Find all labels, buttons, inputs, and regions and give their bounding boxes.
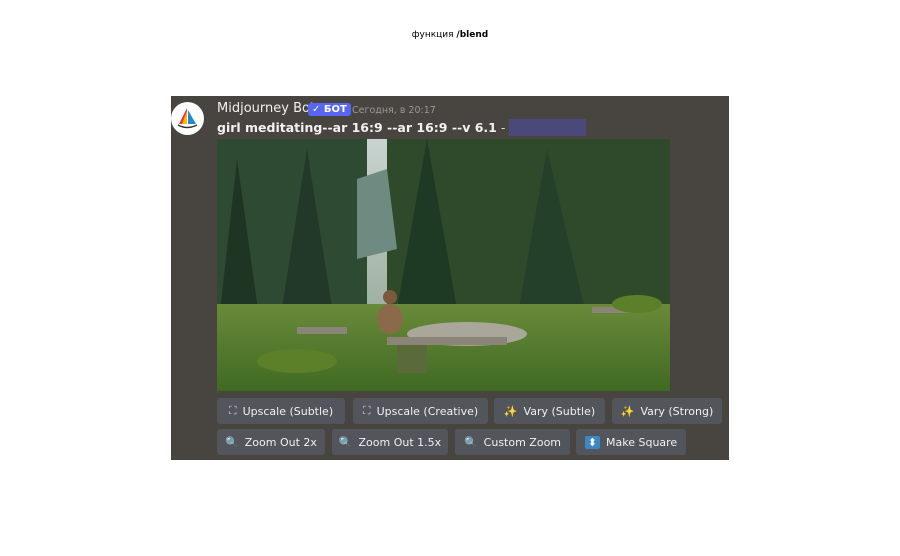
- caption-command: /blend: [456, 30, 489, 40]
- caption: функция /blend: [0, 30, 900, 40]
- generated-image[interactable]: [217, 139, 670, 391]
- button-label: Zoom Out 2x: [244, 435, 317, 449]
- magic-wand-icon: ✨: [620, 404, 635, 418]
- timestamp: Сегодня, в 20:17: [352, 105, 436, 116]
- upscale-icon: ⛶: [362, 404, 371, 417]
- button-label: Vary (Strong): [640, 404, 714, 418]
- bot-badge: ✓ БОТ: [308, 103, 351, 116]
- sailboat-logo-icon: [177, 108, 198, 129]
- button-label: Make Square: [606, 435, 678, 449]
- avatar[interactable]: [171, 102, 204, 135]
- magic-wand-icon: ✨: [503, 404, 518, 418]
- vary-strong-button[interactable]: ✨ Vary (Strong): [612, 398, 722, 424]
- make-square-button[interactable]: ⬍ Make Square: [576, 429, 686, 455]
- upscale-creative-button[interactable]: ⛶ Upscale (Creative): [353, 398, 488, 424]
- caption-text: функция: [411, 30, 454, 40]
- custom-zoom-button[interactable]: 🔍 Custom Zoom: [455, 429, 570, 455]
- magnifier-icon: 🔍: [463, 435, 478, 449]
- discord-message: Midjourney Bot ✓ БОТ Сегодня, в 20:17 gi…: [171, 96, 729, 460]
- upscale-subtle-button[interactable]: ⛶ Upscale (Subtle): [217, 398, 345, 424]
- button-label: Upscale (Subtle): [242, 404, 334, 418]
- upscale-icon: ⛶: [228, 404, 237, 417]
- prompt-bold: girl meditating--ar 16:9 --ar 16:9 --v 6…: [217, 120, 497, 135]
- magnifier-icon: 🔍: [338, 435, 353, 449]
- zoom-out-2x-button[interactable]: 🔍 Zoom Out 2x: [217, 429, 325, 455]
- author-name[interactable]: Midjourney Bot: [217, 101, 315, 116]
- up-down-arrow-icon: ⬍: [584, 435, 600, 449]
- button-label: Custom Zoom: [483, 435, 562, 449]
- button-label: Vary (Subtle): [523, 404, 596, 418]
- button-label: Zoom Out 1.5x: [358, 435, 442, 449]
- vary-subtle-button[interactable]: ✨ Vary (Subtle): [494, 398, 605, 424]
- redacted-mention: [509, 119, 586, 136]
- zoom-out-1-5x-button[interactable]: 🔍 Zoom Out 1.5x: [332, 429, 448, 455]
- button-label: Upscale (Creative): [376, 404, 479, 418]
- magnifier-icon: 🔍: [225, 435, 239, 449]
